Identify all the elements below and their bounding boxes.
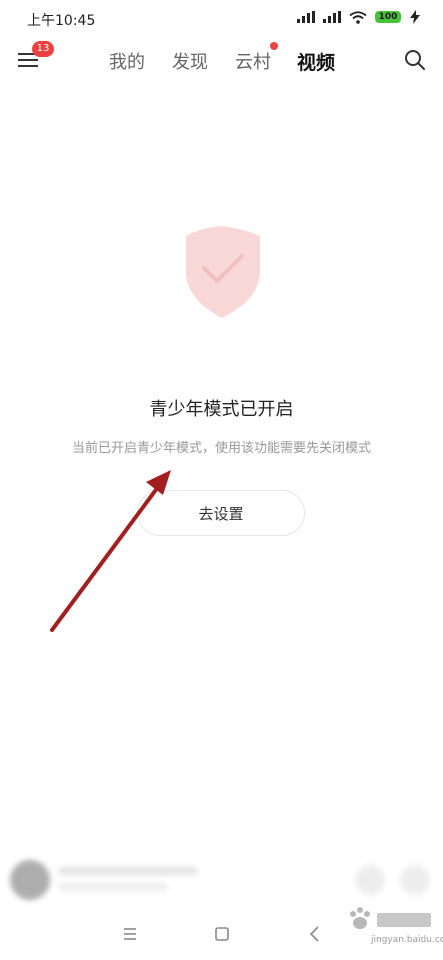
mini-player-title (58, 867, 198, 875)
teen-mode-title: 青少年模式已开启 (149, 399, 294, 420)
top-nav: 我的 发现 云村 视频 (0, 36, 443, 84)
annotation-arrow-icon (50, 470, 171, 632)
community-new-dot (270, 42, 278, 50)
mini-player[interactable] (0, 850, 443, 910)
signal-icon (297, 11, 315, 23)
status-time: 上午10:45 (27, 13, 96, 29)
status-bar: 上午10:45 100 (0, 0, 443, 36)
signal-icon-2 (323, 11, 341, 23)
play-icon[interactable] (355, 865, 385, 895)
teen-mode-subtitle: 当前已开启青少年模式，使用该功能需要先关闭模式 (71, 441, 371, 456)
watermark-url: jingyan.baidu.com (371, 935, 443, 945)
tab-video[interactable]: 视频 (297, 48, 335, 75)
menu-badge: 13 (32, 41, 54, 57)
go-settings-button[interactable]: 去设置 (137, 490, 305, 536)
mini-player-cover (10, 860, 50, 900)
tab-community[interactable]: 云村 (235, 48, 271, 74)
home-icon[interactable] (210, 922, 234, 946)
search-icon[interactable] (401, 46, 429, 74)
status-icons: 100 (297, 10, 421, 24)
wifi-icon (349, 10, 367, 24)
recent-apps-icon[interactable] (118, 922, 142, 946)
tab-discover[interactable]: 发现 (172, 48, 208, 74)
baidu-watermark: jingyan.baidu.com (345, 905, 443, 957)
shield-check-icon (186, 226, 260, 318)
paw-logo-icon (350, 907, 431, 929)
back-icon[interactable] (303, 922, 327, 946)
battery-icon: 100 (375, 11, 401, 23)
tab-bar: 我的 发现 云村 视频 (0, 36, 443, 84)
playlist-icon[interactable] (400, 865, 430, 895)
mini-player-subtitle (58, 883, 168, 891)
tab-mine[interactable]: 我的 (109, 48, 145, 74)
charging-icon (410, 10, 420, 24)
